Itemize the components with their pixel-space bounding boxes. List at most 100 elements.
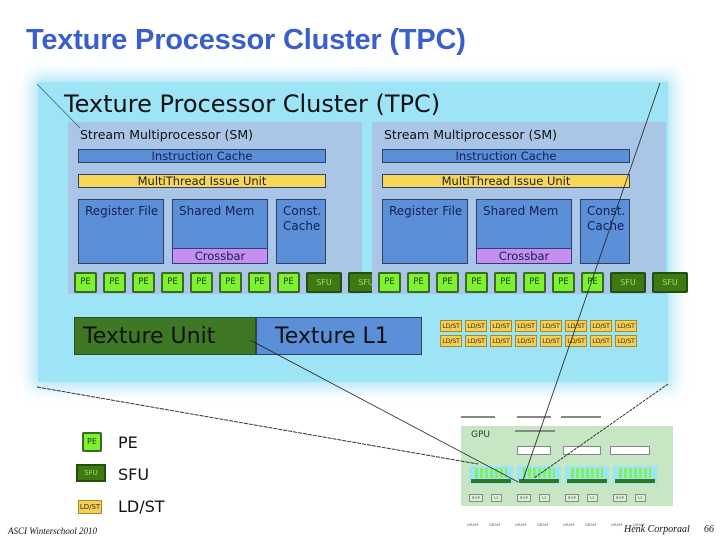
const-cache: Const. Cache (580, 199, 630, 264)
shared-memory: Shared Mem Crossbar (172, 199, 268, 264)
pe-unit: PE (248, 272, 271, 293)
ldst-unit: LD/ST (565, 320, 587, 332)
pe-unit: PE (465, 272, 488, 293)
ldst-unit: LD/ST (615, 320, 637, 332)
gpu-mini-box (561, 416, 601, 418)
register-file-label: Register File (85, 204, 159, 218)
shared-memory: Shared Mem Crossbar (476, 199, 572, 264)
gpu-mini-box (461, 416, 495, 418)
shared-mem-label: Shared Mem (483, 204, 559, 218)
sfu-unit: SFU (306, 272, 342, 293)
stream-multiprocessor-2: Stream Multiprocessor (SM) Instruction C… (372, 122, 688, 294)
ldst-unit: LD/ST (490, 335, 512, 347)
texture-unit: Texture Unit (74, 317, 256, 355)
sfu-icon: SFU (76, 464, 106, 482)
sfu-unit: SFU (652, 272, 688, 293)
ldst-unit: LD/ST (515, 335, 537, 347)
register-file: Register File (78, 199, 164, 264)
tpc-title: Texture Processor Cluster (TPC) (64, 90, 441, 118)
gpu-rop: ROP (613, 494, 627, 502)
pe-unit: PE (219, 272, 242, 293)
gpu-pe-dots (571, 468, 603, 478)
ldst-unit: LD/ST (490, 320, 512, 332)
crossbar: Crossbar (173, 248, 267, 263)
gpu-tpc (469, 466, 513, 484)
ldst-unit: LD/ST (565, 335, 587, 347)
gpu-tpc (565, 466, 609, 484)
gpu-l2: L2 (491, 494, 502, 502)
ldst-unit: LD/ST (615, 335, 637, 347)
gpu-dram: DRAM (563, 522, 575, 527)
texture-l1: Texture L1 (256, 317, 422, 355)
pe-unit: PE (581, 272, 604, 293)
const-cache-label: Const. Cache (283, 204, 322, 233)
pe-unit: PE (378, 272, 401, 293)
multithread-issue-unit: MultiThread Issue Unit (78, 174, 326, 188)
gpu-mini-box (610, 446, 650, 455)
ldst-icon: LD/ST (78, 500, 102, 514)
footer-conference: ASCI Winterschool 2010 (8, 526, 97, 536)
pe-unit: PE (132, 272, 155, 293)
register-file: Register File (382, 199, 468, 264)
gpu-pe-dots (523, 468, 555, 478)
pe-unit: PE (74, 272, 97, 293)
gpu-mini-box (517, 446, 551, 455)
ldst-units: LD/ST LD/ST LD/ST LD/ST LD/ST LD/ST LD/S… (440, 320, 637, 347)
tpc-block: Texture Processor Cluster (TPC) Stream M… (38, 82, 688, 382)
gpu-label: GPU (471, 430, 490, 440)
const-cache-label: Const. Cache (587, 204, 626, 233)
footer-author: Henk Corporaal (624, 524, 690, 535)
gpu-rop: ROP (517, 494, 531, 502)
gpu-dram: DRAM (467, 522, 479, 527)
legend-item-pe: PE (82, 432, 102, 452)
gpu-pe-dots (475, 468, 507, 478)
ldst-unit: LD/ST (465, 320, 487, 332)
pe-unit: PE (494, 272, 517, 293)
sm-title: Stream Multiprocessor (SM) (80, 127, 254, 142)
pe-unit: PE (277, 272, 300, 293)
ldst-unit: LD/ST (465, 335, 487, 347)
pe-unit: PE (161, 272, 184, 293)
gpu-dram: DRAM (611, 522, 623, 527)
legend-item-ldst: LD/ST (78, 500, 102, 514)
page-number: 66 (704, 524, 714, 535)
const-cache: Const. Cache (276, 199, 326, 264)
legend-item-sfu: SFU (76, 464, 106, 482)
callout-line (36, 386, 479, 465)
ldst-unit: LD/ST (515, 320, 537, 332)
legend-label-ldst: LD/ST (118, 497, 165, 516)
gpu-mini-box (515, 430, 555, 432)
processing-units: PE PE PE PE PE PE PE PE SFU SFU (74, 272, 384, 293)
stream-multiprocessor-1: Stream Multiprocessor (SM) Instruction C… (68, 122, 384, 294)
shared-mem-label: Shared Mem (179, 204, 255, 218)
gpu-l2: L2 (587, 494, 598, 502)
pe-unit: PE (407, 272, 430, 293)
gpu-dram: DRAM (585, 522, 597, 527)
pe-unit: PE (190, 272, 213, 293)
pe-unit: PE (436, 272, 459, 293)
gpu-tpc (613, 466, 657, 484)
gpu-dram: DRAM (489, 522, 501, 527)
ldst-unit: LD/ST (590, 335, 612, 347)
processing-units: PE PE PE PE PE PE PE PE SFU SFU (378, 272, 688, 293)
gpu-pe-dots (619, 468, 651, 478)
pe-unit: PE (523, 272, 546, 293)
texture-block: Texture Unit Texture L1 (74, 317, 422, 355)
slide-title: Texture Processor Cluster (TPC) (26, 24, 466, 56)
pe-icon: PE (82, 432, 102, 452)
multithread-issue-unit: MultiThread Issue Unit (382, 174, 630, 188)
pe-unit: PE (103, 272, 126, 293)
sfu-unit: SFU (610, 272, 646, 293)
ldst-unit: LD/ST (540, 320, 562, 332)
gpu-dram: DRAM (537, 522, 549, 527)
gpu-dram: DRAM (515, 522, 527, 527)
gpu-l2: L2 (539, 494, 550, 502)
instruction-cache: Instruction Cache (382, 149, 630, 163)
gpu-rop: ROP (565, 494, 579, 502)
gpu-mini-box (517, 416, 551, 418)
ldst-unit: LD/ST (540, 335, 562, 347)
legend-label-pe: PE (118, 433, 138, 452)
pe-unit: PE (552, 272, 575, 293)
gpu-thumbnail: GPU ROP L2 ROP L2 ROP L2 ROP L2 DRAM DRA… (455, 390, 677, 530)
sm-title: Stream Multiprocessor (SM) (384, 127, 558, 142)
